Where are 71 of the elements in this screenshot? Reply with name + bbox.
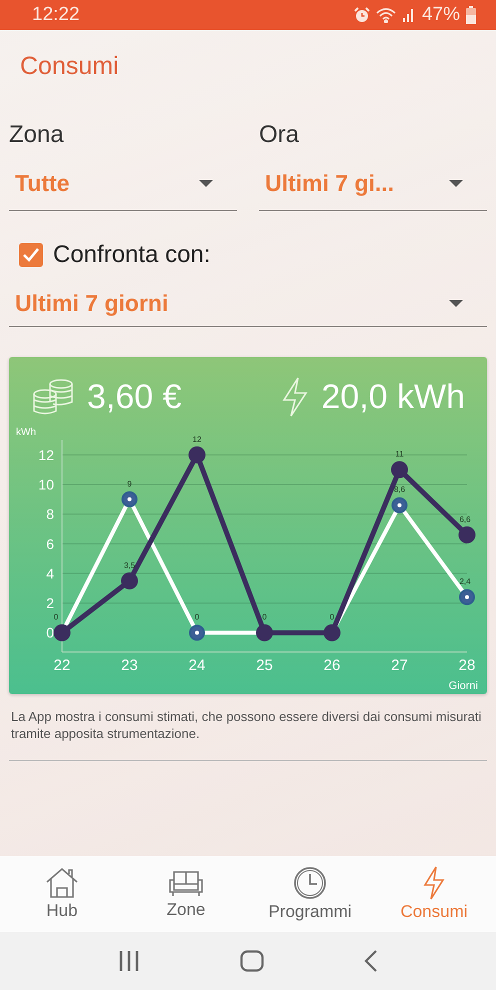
nav-tab[interactable]: Zone [124, 856, 248, 932]
data-label: 0 [194, 612, 200, 622]
nav-tab[interactable]: Consumi [372, 856, 496, 932]
checkbox-label: Confronta con: [53, 241, 210, 269]
lightning-icon [422, 866, 446, 900]
data-label: 3,5 [124, 560, 136, 570]
x-tick-label: 23 [121, 657, 138, 674]
data-point [189, 624, 205, 641]
y-tick-label: 4 [46, 565, 54, 582]
x-tick-label: 26 [324, 657, 340, 674]
data-label: 8,6 [394, 485, 406, 494]
data-point [122, 491, 138, 508]
page-title: Consumi [19, 51, 120, 82]
dropdown[interactable]: Ultimi 7 giorni [9, 281, 487, 327]
nav-tab[interactable]: Programmi [248, 856, 372, 932]
caret-icon [449, 300, 463, 308]
x-tick-label: 28 [458, 657, 476, 674]
caret-icon [199, 180, 213, 188]
x-tick-label: 27 [391, 657, 408, 674]
data-label: 2,4 [459, 577, 471, 586]
x-tick-label: 24 [188, 657, 206, 674]
data-point [121, 572, 138, 590]
y-tick-label: 6 [46, 536, 54, 552]
battery-percent: 47% [422, 4, 460, 26]
data-label: 11 [395, 450, 404, 459]
wifi-icon [376, 7, 396, 23]
dropdown[interactable]: Tutte [9, 157, 237, 211]
axis-unit-label: kWh [16, 427, 36, 438]
data-point [391, 461, 408, 478]
y-tick-label: 12 [38, 446, 54, 463]
energy-value: 20,0 kWh [321, 378, 465, 416]
data-point [459, 589, 475, 606]
dropdown[interactable]: Ultimi 7 gi... [259, 157, 487, 211]
checkbox[interactable] [19, 243, 43, 267]
y-tick-label: 10 [38, 476, 54, 492]
filter-label: Ora [259, 121, 300, 150]
sofa-icon [168, 868, 204, 898]
caret-icon [449, 180, 463, 188]
alarm-icon [354, 7, 370, 23]
status-time: 12:22 [32, 4, 81, 26]
data-point [54, 624, 70, 642]
data-point [392, 497, 408, 514]
data-label: 6,6 [459, 514, 471, 524]
data-point [188, 446, 206, 464]
data-point [324, 624, 340, 642]
data-label: 0 [54, 612, 58, 622]
x-tick-label: 25 [256, 657, 273, 674]
data-label: 0 [262, 612, 267, 622]
data-label: 0 [330, 612, 334, 622]
y-tick-label: 2 [46, 595, 54, 612]
y-tick-label: 0 [46, 624, 54, 641]
coins-icon [31, 378, 75, 416]
data-label: 12 [192, 434, 202, 444]
y-tick-label: 8 [46, 506, 54, 522]
battery-icon [466, 6, 476, 24]
signal-icon [402, 7, 416, 23]
home-icon[interactable] [240, 950, 264, 972]
back-icon[interactable] [364, 950, 378, 972]
data-point [256, 624, 273, 642]
cost-value: 3,60 € [87, 378, 182, 416]
data-point [458, 526, 476, 544]
clock-icon [293, 866, 327, 900]
x-tick-label: 22 [54, 657, 70, 674]
lightning-icon [281, 377, 310, 417]
nav-tab[interactable]: Hub [0, 856, 124, 932]
house-icon [45, 867, 79, 899]
data-label: 9 [127, 479, 132, 488]
recent-apps-icon[interactable] [118, 951, 140, 971]
disclaimer-text: La App mostra i consumi stimati, che possono essere diversi dai consumi misurati tramite apposita strumentazione. [9, 694, 487, 761]
axis-title: Giorni [448, 680, 478, 692]
filter-label: Zona [9, 121, 65, 150]
